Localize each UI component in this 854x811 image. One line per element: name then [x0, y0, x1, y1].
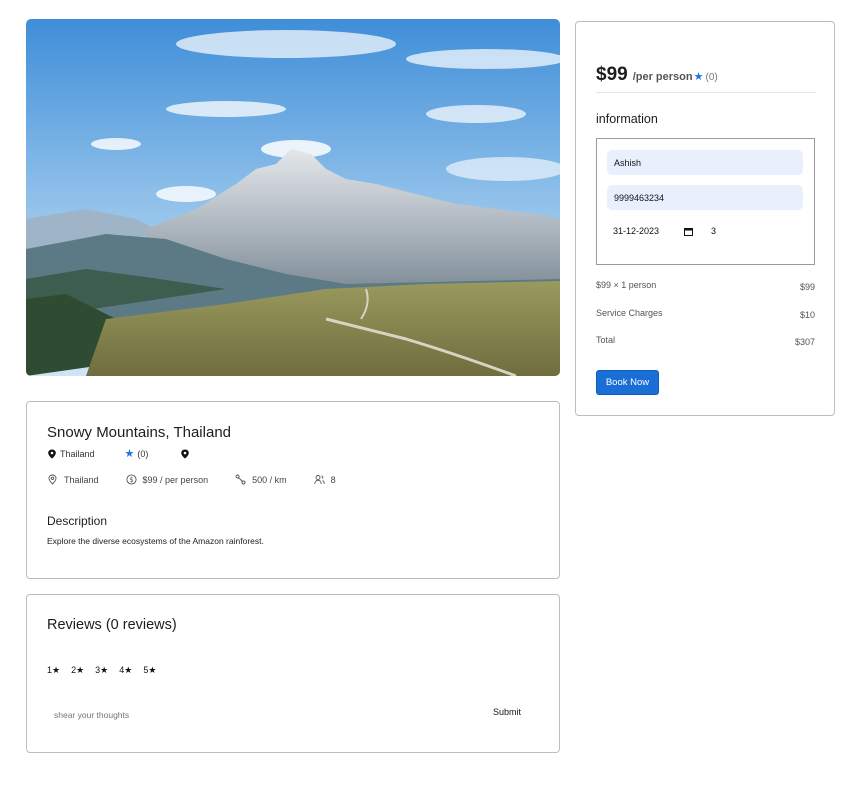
tour-address: Thailand [47, 474, 99, 485]
service-charge-line: Service Charges $10 [596, 308, 815, 320]
tour-distance-label: 500 / km [252, 474, 287, 485]
line-item-value: $99 [799, 282, 815, 292]
line-item-value: $10 [799, 310, 815, 320]
date-field[interactable]: 31-12-2023 [613, 226, 659, 236]
tour-meta-row: Thailand ★ (0) [47, 447, 193, 460]
line-item-value: $307 [794, 337, 815, 347]
tour-group-size-label: 8 [330, 474, 336, 485]
tour-price-label: $99 / per person [142, 474, 209, 485]
description-heading: Description [47, 514, 108, 528]
review-input[interactable] [49, 707, 469, 723]
tour-address-label: Thailand [64, 474, 99, 485]
line-item-label: $99 × 1 person [596, 280, 657, 290]
submit-review-button[interactable]: Submit [489, 705, 525, 719]
tour-price: $ $99 / per person [125, 474, 209, 485]
booking-rating-count: (0) [705, 72, 718, 83]
guest-count-field[interactable]: 3 [711, 226, 716, 236]
reviews-card: Reviews (0 reviews) 1★ 2★ 3★ 4★ 5★ Submi… [26, 594, 560, 753]
tour-distance: 500 / km [235, 474, 287, 485]
full-name-field[interactable] [607, 150, 803, 175]
rating-option-2[interactable]: 2★ [71, 665, 84, 676]
date-guest-row: 31-12-2023 3 [613, 226, 716, 236]
booking-card: $99 /per person ★ (0) information 31-12-… [575, 21, 835, 416]
total-line: Total $307 [596, 335, 815, 347]
calendar-icon[interactable] [684, 227, 694, 236]
map-pin-icon [48, 449, 56, 459]
tour-city: Thailand [47, 449, 95, 459]
svg-text:$: $ [129, 476, 133, 484]
reviews-heading: Reviews (0 reviews) [47, 617, 177, 633]
tour-rating-count: (0) [137, 448, 149, 459]
star-icon: ★ [124, 448, 135, 460]
tour-city-label: Thailand [60, 448, 95, 459]
route-icon [235, 474, 246, 485]
divider [596, 92, 816, 93]
information-heading: information [596, 112, 658, 126]
star-icon: ★ [693, 71, 704, 83]
money-icon: $ [125, 474, 137, 485]
line-item-label: Service Charges [596, 308, 663, 318]
tour-info-card: Snowy Mountains, Thailand Thailand ★ (0)… [26, 401, 560, 579]
rating-option-1[interactable]: 1★ [47, 665, 60, 676]
rating-option-5[interactable]: 5★ [143, 665, 156, 676]
tour-details-row: Thailand $ $99 / per person 500 / km 8 [47, 474, 363, 485]
tour-rating: ★ (0) [125, 447, 149, 460]
tour-hero-image [26, 19, 560, 376]
tour-location-marker [180, 449, 193, 459]
line-item-label: Total [596, 335, 616, 345]
tour-group-size: 8 [313, 474, 336, 485]
book-now-button[interactable]: Book Now [596, 370, 659, 395]
booking-per-label: /per person [632, 71, 693, 83]
rating-option-4[interactable]: 4★ [119, 665, 132, 676]
booking-form: 31-12-2023 3 [596, 138, 815, 265]
tour-title: Snowy Mountains, Thailand [47, 424, 231, 441]
phone-field[interactable] [607, 185, 803, 210]
price-line-item: $99 × 1 person $99 [596, 280, 815, 292]
booking-price-row: $99 /per person ★ (0) [596, 64, 718, 86]
users-icon [313, 475, 325, 485]
rating-option-3[interactable]: 3★ [95, 665, 108, 676]
description-text: Explore the diverse ecosystems of the Am… [47, 536, 264, 546]
location-outline-icon [48, 474, 57, 485]
map-pin-icon [181, 449, 190, 459]
rating-selector: 1★ 2★ 3★ 4★ 5★ [47, 665, 167, 676]
booking-price: $99 [596, 64, 628, 85]
